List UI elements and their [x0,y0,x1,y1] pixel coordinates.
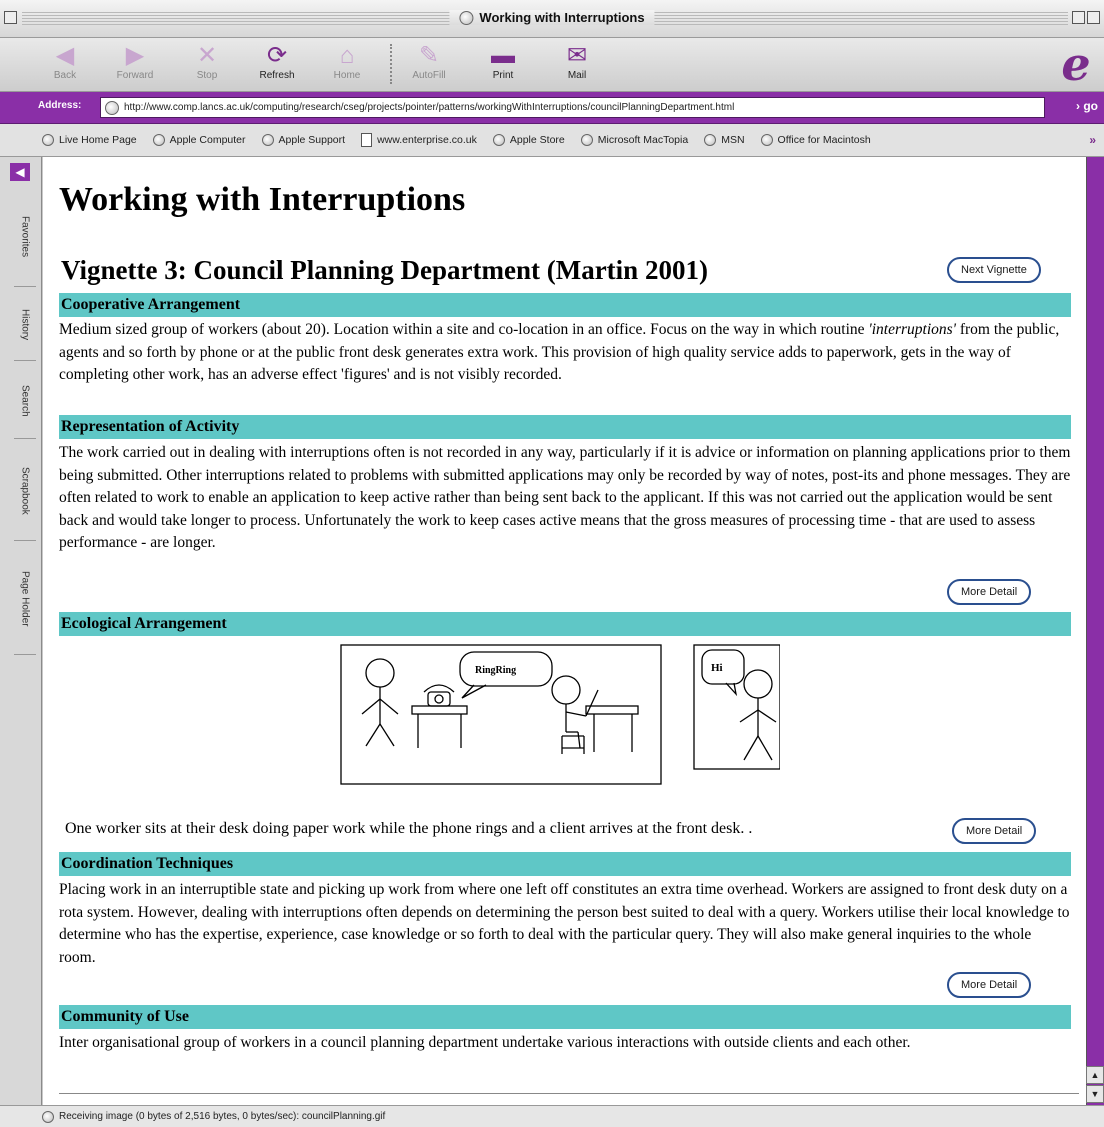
address-bar: Address: http://www.comp.lancs.ac.uk/com… [0,92,1104,124]
chair [561,735,585,754]
favorite-enterprise[interactable]: www.enterprise.co.uk [361,133,477,147]
globe-icon [42,134,54,146]
status-bar: Receiving image (0 bytes of 2,516 bytes,… [0,1105,1104,1127]
explorer-side-tabs: ◀ Favorites History Search Scrapbook Pag… [0,157,42,1105]
loading-globe-icon [42,1110,54,1123]
tab-search[interactable]: Search [14,363,36,439]
collapse-box-icon[interactable] [1087,11,1100,24]
phone-desk [411,705,468,748]
favorite-office-for-macintosh[interactable]: Office for Macintosh [760,134,871,146]
section-heading-coordination: Coordination Techniques [59,852,1071,876]
section-heading-community: Community of Use [59,1005,1071,1029]
favorites-overflow-button[interactable]: » [1089,133,1096,147]
diagram-caption: One worker sits at their desk doing pape… [65,820,753,837]
ie-logo-icon: e [1061,37,1091,91]
scroll-down-arrow-icon[interactable]: ▼ [1086,1085,1104,1103]
back-button[interactable]: ◀ Back [34,42,96,88]
explorer-bar-toggle-icon[interactable]: ◀ [10,163,30,181]
next-vignette-button[interactable]: Next Vignette [947,257,1041,283]
window-title-bar[interactable]: Working with Interruptions [0,0,1104,38]
favorite-microsoft-mactopia[interactable]: Microsoft MacTopia [580,134,688,146]
pencil-icon: ✎ [418,42,440,69]
printer-icon: ▬ [491,42,515,69]
window-title-text: Working with Interruptions [479,10,645,25]
forward-button[interactable]: ▶ Forward [104,42,166,88]
window-title: Working with Interruptions [449,10,655,25]
tab-history[interactable]: History [14,289,36,361]
globe-icon [492,134,505,146]
home-icon: ⌂ [339,42,355,69]
favorite-apple-computer[interactable]: Apple Computer [152,134,246,146]
back-arrow-icon: ◀ [55,42,75,69]
page-globe-icon [105,100,119,115]
more-detail-button-ecological[interactable]: More Detail [952,818,1037,844]
more-detail-button-representation[interactable]: More Detail [947,579,1032,605]
globe-icon [760,134,773,146]
browser-toolbar: ◀ Back ▶ Forward ✕ Stop ⟳ Refresh ⌂ Home… [0,38,1104,92]
stick-figure-worker-standing [361,658,399,747]
vignette-title: Vignette 3: Council Planning Department … [61,255,708,285]
zoom-box-icon[interactable] [1072,11,1085,24]
favorite-apple-store[interactable]: Apple Store [492,134,565,146]
section-heading-ecological: Ecological Arrangement [59,612,1071,636]
work-desk [585,705,639,752]
favorite-msn[interactable]: MSN [704,134,745,146]
address-label: Address: [38,100,82,111]
more-detail-button-coordination[interactable]: More Detail [947,972,1032,998]
section-body-cooperative: Medium sized group of workers (about 20)… [59,321,1060,383]
tab-scrapbook[interactable]: Scrapbook [14,441,36,541]
favorite-live-home-page[interactable]: Live Home Page [42,134,137,146]
status-text: Receiving image (0 bytes of 2,516 bytes,… [59,1111,386,1122]
mail-button[interactable]: ✉ Mail [546,42,608,88]
tab-page-holder[interactable]: Page Holder [14,543,36,655]
refresh-icon: ⟳ [266,42,288,69]
address-input[interactable]: http://www.comp.lancs.ac.uk/computing/re… [100,97,1045,118]
section-body-representation: The work carried out in dealing with int… [59,444,1071,551]
window-zoom-controls[interactable] [1072,11,1100,24]
address-url: http://www.comp.lancs.ac.uk/computing/re… [124,102,735,113]
stick-figure-worker-seated [551,675,599,749]
page-content: Working with Interruptions Vignette 3: C… [43,157,1086,1105]
office-scene-diagram: RingRing Hi [340,644,780,785]
stop-button[interactable]: ✕ Stop [176,42,238,88]
page-title: Working with Interruptions [59,181,466,218]
globe-icon [459,10,474,25]
stop-x-icon: ✕ [196,42,218,69]
globe-icon [152,134,165,146]
close-box-icon[interactable] [4,11,17,24]
tab-favorites[interactable]: Favorites [14,187,36,287]
page-bottom-rule [59,1093,1079,1094]
favorites-bar: Live Home Page Apple Computer Apple Supp… [0,124,1104,157]
globe-icon [261,134,274,146]
forward-arrow-icon: ▶ [125,42,145,69]
ringring-bubble-text: RingRing [475,665,516,676]
envelope-icon: ✉ [566,42,588,69]
telephone-icon [423,684,455,707]
globe-icon [580,134,593,146]
stick-figure-client [739,669,777,761]
go-button[interactable]: › go [1076,99,1098,113]
refresh-button[interactable]: ⟳ Refresh [246,42,308,88]
hi-bubble-text: Hi [711,662,723,674]
document-icon [361,133,373,147]
vertical-scrollbar-track[interactable] [1086,157,1104,1105]
autofill-button[interactable]: ✎ AutoFill [398,42,460,88]
scroll-up-arrow-icon[interactable]: ▲ [1086,1066,1104,1084]
home-button[interactable]: ⌂ Home [316,42,378,88]
globe-icon [704,134,717,146]
section-heading-cooperative: Cooperative Arrangement [59,293,1071,317]
print-button[interactable]: ▬ Print [472,42,534,88]
section-heading-representation: Representation of Activity [59,415,1071,439]
section-body-community: Inter organisational group of workers in… [59,1034,911,1051]
section-body-coordination: Placing work in an interruptible state a… [59,881,1070,966]
toolbar-separator [390,44,392,84]
hi-speech-bubble [701,649,745,697]
favorite-apple-support[interactable]: Apple Support [261,134,345,146]
